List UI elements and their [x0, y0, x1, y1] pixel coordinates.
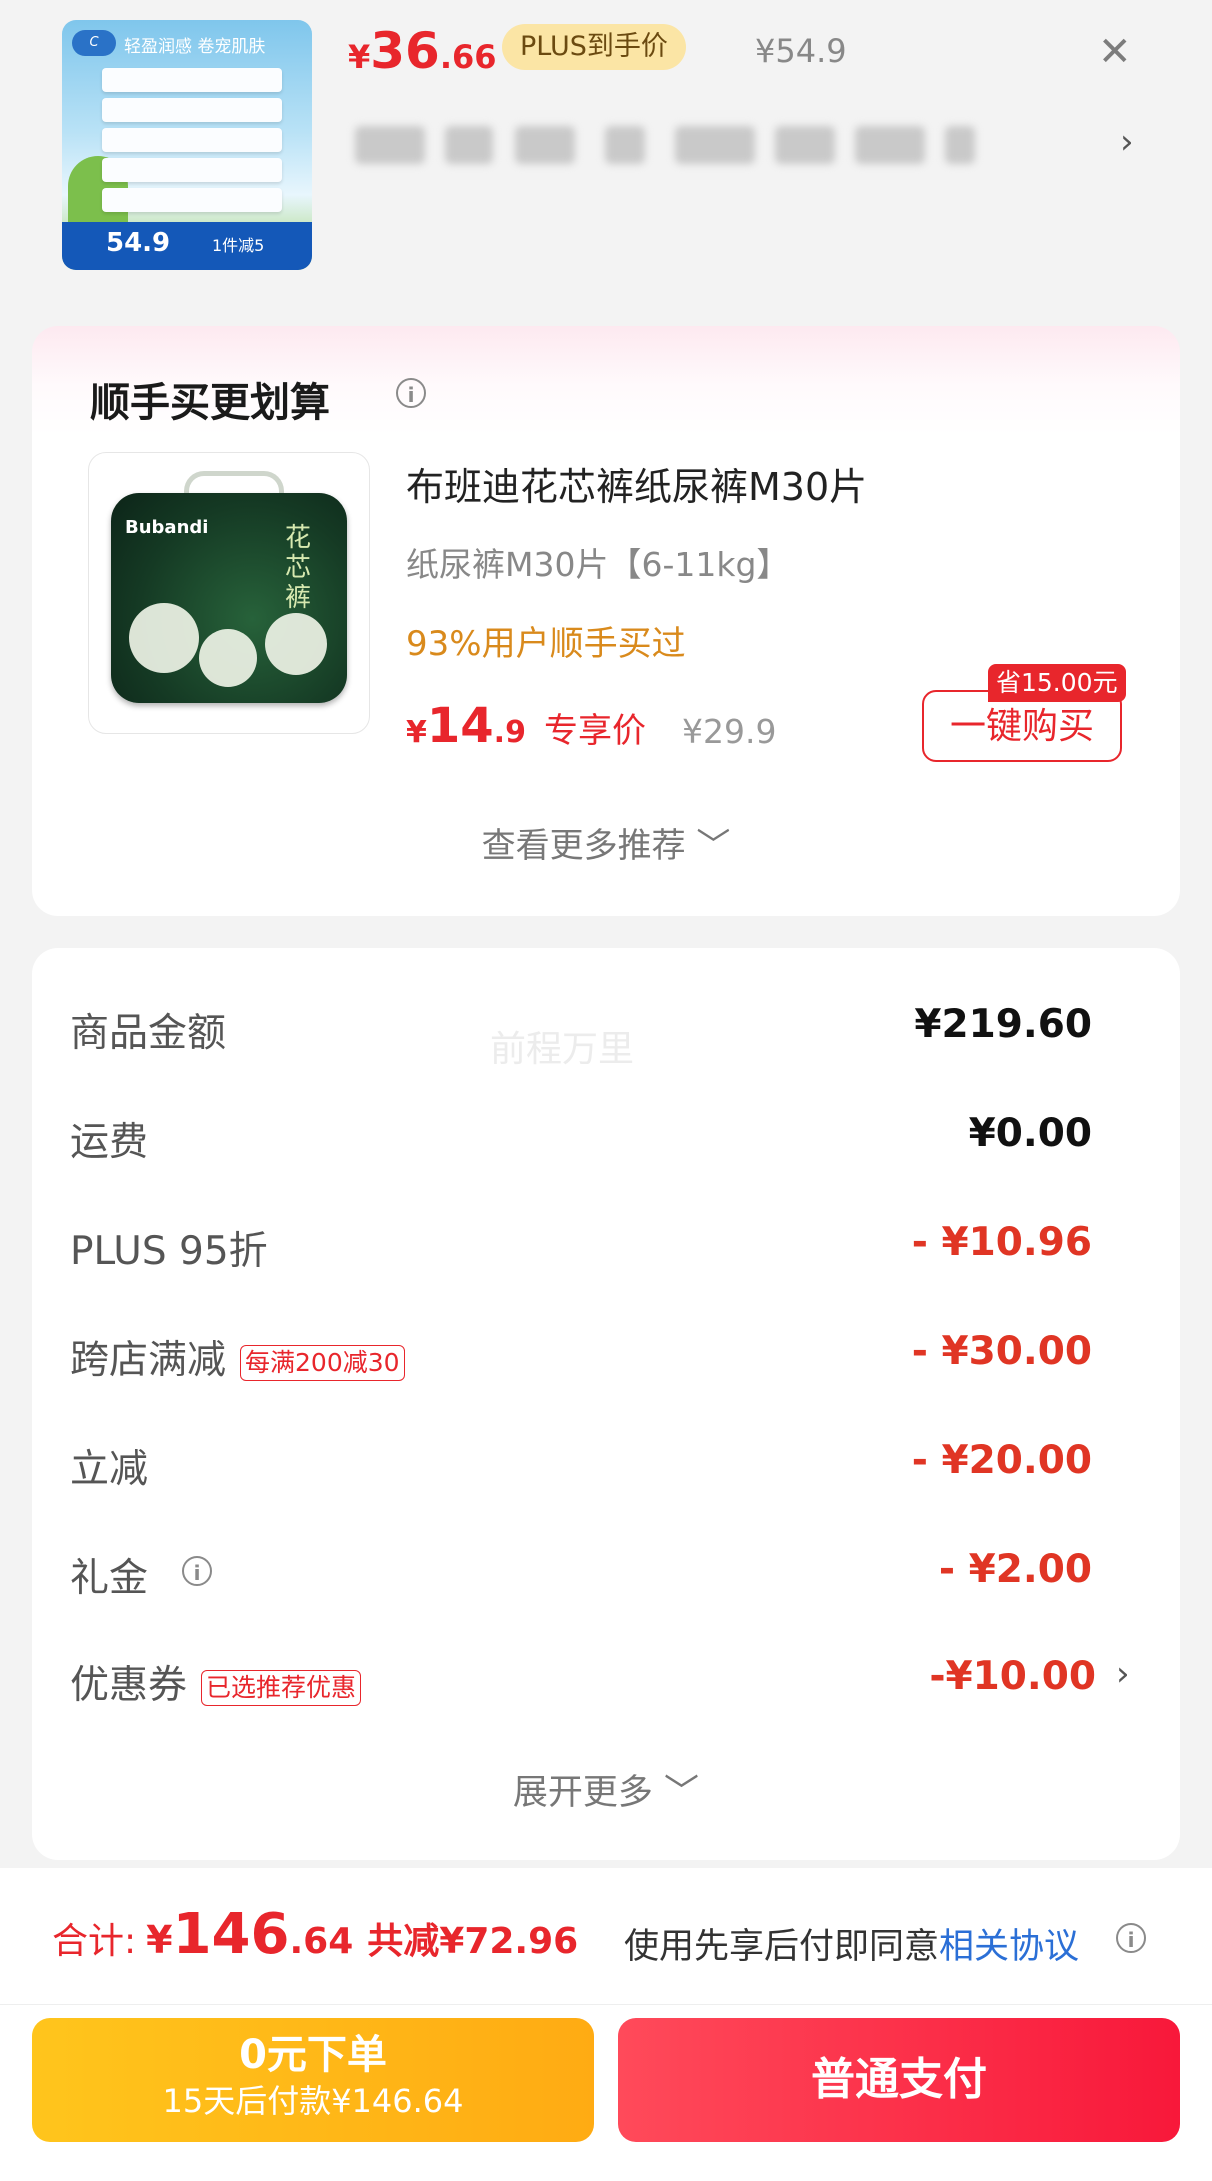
row-label-cross-store: 跨店满减 每满200减30	[70, 1329, 405, 1385]
coupon-tag: 已选推荐优惠	[201, 1669, 362, 1706]
row-value-instant-off: - ¥20.00	[911, 1438, 1092, 1483]
chevron-right-icon[interactable]: ›	[1116, 1654, 1130, 1694]
watermark: 前程万里	[490, 1029, 635, 1070]
see-more-recommend[interactable]: 查看更多推荐 ﹀	[0, 818, 1212, 867]
recommend-product-spec: 纸尿裤M30片【6-11kg】	[406, 545, 790, 584]
info-icon[interactable]: i	[182, 1556, 212, 1586]
label-text: 跨店满减	[70, 1338, 227, 1383]
label-text: 礼金	[70, 1556, 149, 1601]
total-currency: ¥	[146, 1918, 173, 1962]
tissue-box	[102, 68, 282, 92]
thumb-price-bar: 54.9 1件减5	[62, 222, 312, 270]
pack-lettering: 花芯裤	[285, 523, 312, 613]
top-product-image[interactable]: C 轻盈润感 卷宠肌肤 54.9 1件减5	[62, 20, 312, 270]
tissue-box	[102, 158, 282, 182]
normal-pay-button[interactable]: 普通支付	[618, 2018, 1180, 2142]
top-original-price: ¥54.9	[755, 32, 847, 70]
exclusive-price-label: 专享价	[543, 711, 646, 751]
total-saved: 共减¥72.96	[367, 1921, 579, 1962]
row-label-goods-amount: 商品金额	[70, 1002, 226, 1058]
info-icon[interactable]: i	[396, 378, 426, 408]
row-label-gift-money: 礼金	[70, 1547, 148, 1603]
recommend-product-name[interactable]: 布班迪花芯裤纸尿裤M30片	[406, 456, 867, 511]
save-amount-tag: 省15.00元	[988, 664, 1126, 702]
order-total: 合计: ¥146.64 共减¥72.96	[52, 1902, 578, 1967]
row-label-plus-discount: PLUS 95折	[70, 1220, 268, 1276]
bought-percentage: 93%用户顺手买过	[406, 624, 686, 664]
price-integer: 36	[370, 22, 440, 80]
thumb-slogan: 轻盈润感 卷宠肌肤	[124, 37, 266, 57]
tissue-box	[102, 188, 282, 212]
price-decimal: .9	[493, 715, 526, 750]
plus-price-badge: PLUS到手价	[502, 24, 686, 70]
blurred-product-title[interactable]	[355, 122, 975, 168]
row-value-cross-store: - ¥30.00	[911, 1329, 1092, 1374]
flower-decoration	[199, 629, 257, 687]
row-label-shipping: 运费	[70, 1111, 148, 1167]
price-integer: 14	[426, 698, 494, 754]
diaper-brand-logo: Bubandi	[125, 517, 209, 538]
row-label-instant-off: 立减	[70, 1438, 148, 1494]
row-value-plus-discount: - ¥10.96	[911, 1220, 1092, 1265]
row-value-gift-money: - ¥2.00	[938, 1547, 1092, 1592]
expand-more[interactable]: 展开更多 ﹀	[0, 1764, 1212, 1815]
label-text: PLUS 95折	[70, 1229, 268, 1274]
row-label-coupon[interactable]: 优惠券 已选推荐优惠	[70, 1654, 362, 1710]
close-icon[interactable]: ✕	[1098, 28, 1132, 76]
tissue-box	[102, 128, 282, 152]
price-decimal: .66	[439, 38, 497, 76]
diaper-product-image[interactable]: Bubandi 花芯裤	[88, 452, 370, 734]
recommend-original-price: ¥29.9	[682, 712, 777, 751]
flower-decoration	[265, 613, 327, 675]
tissue-box	[102, 98, 282, 122]
chevron-right-icon[interactable]: ›	[1120, 122, 1134, 162]
thumb-price: 54.9	[106, 228, 171, 258]
agreement-link[interactable]: 相关协议	[939, 1927, 1079, 1967]
row-value-shipping: ¥0.00	[968, 1111, 1092, 1156]
zero-button-title: 0元下单	[239, 2032, 387, 2078]
zero-down-order-button[interactable]: 0元下单 15天后付款¥146.64	[32, 2018, 594, 2142]
top-product-price: ¥36.66	[348, 22, 497, 80]
agreement-text: 使用先享后付即同意相关协议	[624, 1918, 1079, 1969]
total-decimal: .64	[289, 1921, 354, 1962]
flower-decoration	[129, 603, 199, 673]
label-text: 立减	[70, 1447, 149, 1492]
agree-text: 使用先享后付即同意	[624, 1927, 940, 1967]
price-currency: ¥	[406, 715, 427, 750]
brand-logo: C	[72, 30, 116, 56]
recommend-title: 顺手买更划算	[90, 370, 330, 428]
row-value-coupon[interactable]: -¥10.00	[929, 1654, 1096, 1699]
divider	[0, 2004, 1212, 2005]
label-text: 运费	[70, 1120, 149, 1165]
total-label: 合计:	[52, 1921, 137, 1962]
cross-store-tag: 每满200减30	[240, 1344, 405, 1381]
info-icon[interactable]: i	[1116, 1923, 1146, 1953]
label-text: 商品金额	[70, 1011, 227, 1056]
price-currency: ¥	[348, 38, 371, 76]
row-value-goods-amount: ¥219.60	[914, 1002, 1092, 1047]
zero-button-subtitle: 15天后付款¥146.64	[162, 2082, 464, 2120]
total-integer: 146	[172, 1902, 290, 1967]
price-summary-card	[32, 948, 1180, 1860]
thumb-promo: 1件减5	[212, 236, 265, 255]
label-text: 优惠券	[70, 1663, 188, 1708]
recommend-price: ¥14.9 专享价	[406, 698, 646, 754]
recommend-title-text: 顺手买更划算	[90, 380, 330, 426]
